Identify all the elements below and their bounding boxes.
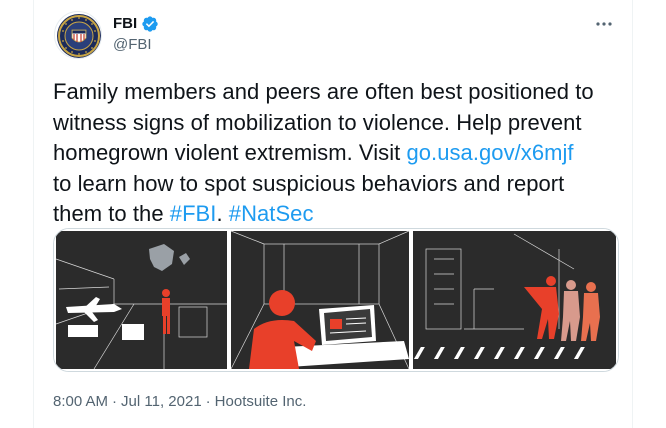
scrollbar[interactable]: [658, 0, 666, 428]
avatar[interactable]: [54, 11, 102, 59]
tweet-metadata: 8:00 AM · Jul 11, 2021 · Hootsuite Inc.: [53, 392, 306, 412]
tweet-text-line: Family members and peers are often best …: [53, 79, 594, 104]
display-name[interactable]: FBI: [113, 14, 137, 34]
verified-badge-icon: [142, 16, 158, 32]
tweet-text-line: witness signs of mobilization to violenc…: [53, 109, 582, 135]
author-handle[interactable]: @FBI: [113, 35, 152, 55]
fbi-seal-icon: [57, 14, 101, 58]
tweet-media-image[interactable]: [53, 228, 619, 372]
hashtag-natsec[interactable]: #NatSec: [229, 201, 314, 226]
meta-separator: ·: [205, 393, 211, 410]
more-options-button[interactable]: [592, 12, 616, 36]
tweet-time[interactable]: 8:00 AM: [53, 392, 108, 412]
tweet-date[interactable]: Jul 11, 2021: [121, 392, 202, 412]
hashtag-fbi[interactable]: #FBI: [170, 201, 217, 226]
tweet-text-line: them to the #FBI. #NatSec: [53, 201, 314, 226]
tweet-text: Family members and peers are often best …: [53, 77, 619, 230]
author-name-row: FBI: [113, 14, 159, 34]
tweet-text-line: to learn how to spot suspicious behavior…: [53, 170, 565, 196]
more-dots-icon: [596, 22, 612, 26]
media-panel-airport: [55, 231, 227, 370]
tweet-text-line: homegrown violent extremism. Visit go.us…: [53, 140, 574, 165]
tweet-link[interactable]: go.usa.gov/x6mjf: [406, 140, 573, 165]
meta-separator: ·: [112, 393, 118, 410]
tweet-source[interactable]: Hootsuite Inc.: [215, 392, 307, 412]
tweet-card: FBI @FBI Family members and peers are of…: [33, 0, 633, 428]
